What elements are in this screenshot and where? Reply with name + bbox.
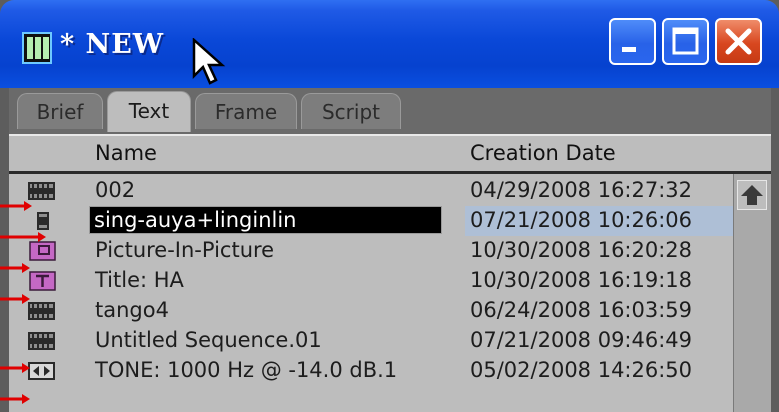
clip-name: tango4 (95, 298, 169, 322)
creation-date: 07/21/2008 10:26:06 (470, 208, 693, 232)
column-header: Name Creation Date (9, 134, 771, 178)
clip-name: Untitled Sequence.01 (95, 328, 322, 352)
maximize-button[interactable] (662, 18, 709, 65)
arrow-up-icon (741, 185, 763, 205)
column-header-creation-date[interactable]: Creation Date (470, 141, 616, 165)
close-icon (725, 28, 752, 55)
creation-date: 07/21/2008 09:46:49 (470, 328, 693, 352)
table-row[interactable]: tango4 06/24/2008 16:03:59 (9, 296, 733, 326)
table-row[interactable]: Untitled Sequence.01 07/21/2008 09:46:49 (9, 326, 733, 356)
creation-date: 04/29/2008 16:27:32 (470, 178, 693, 202)
window-title: * NEW (60, 29, 165, 60)
annotation-arrows (0, 201, 46, 404)
creation-date: 05/02/2008 14:26:50 (470, 358, 693, 382)
column-header-name[interactable]: Name (95, 141, 157, 165)
minimize-button[interactable] (609, 18, 656, 65)
table-row[interactable]: Picture-In-Picture 10/30/2008 16:20:28 (9, 236, 733, 266)
table-row-selected[interactable]: sing-auya+linginlin 07/21/2008 10:26:06 (9, 206, 733, 236)
bin-window: * NEW Brief Text Frame Script Name Creat… (0, 0, 779, 412)
title-bar[interactable]: * NEW (0, 0, 779, 88)
scroll-up-button[interactable] (737, 180, 767, 210)
close-button[interactable] (715, 18, 762, 65)
clip-list: 002 04/29/2008 16:27:32 sing-auya+lingin… (9, 174, 733, 412)
tab-frame[interactable]: Frame (195, 93, 297, 129)
tab-strip: Brief Text Frame Script (9, 88, 771, 134)
clip-name: TONE: 1000 Hz @ -14.0 dB.1 (95, 358, 398, 382)
minimize-icon (622, 47, 636, 52)
bin-panel: Brief Text Frame Script Name Creation Da… (9, 88, 771, 412)
clip-name: Picture-In-Picture (95, 238, 275, 262)
clip-name: Title: HA (95, 268, 184, 292)
tab-script[interactable]: Script (301, 93, 401, 129)
annotation-arrow-icon (0, 201, 46, 404)
maximize-icon (672, 27, 699, 55)
creation-date: 10/30/2008 16:20:28 (470, 238, 693, 262)
clip-name: 002 (95, 178, 136, 202)
table-row[interactable]: Title: HA 10/30/2008 16:19:18 (9, 266, 733, 296)
tab-text[interactable]: Text (107, 91, 191, 132)
table-row[interactable]: TONE: 1000 Hz @ -14.0 dB.1 05/02/2008 14… (9, 356, 733, 386)
table-row[interactable]: 002 04/29/2008 16:27:32 (9, 176, 733, 206)
creation-date: 06/24/2008 16:03:59 (470, 298, 693, 322)
creation-date: 10/30/2008 16:19:18 (470, 268, 693, 292)
mouse-pointer-icon (192, 38, 226, 85)
vertical-scrollbar[interactable] (733, 174, 771, 412)
clip-name-edit-field[interactable]: sing-auya+linginlin (89, 206, 442, 234)
